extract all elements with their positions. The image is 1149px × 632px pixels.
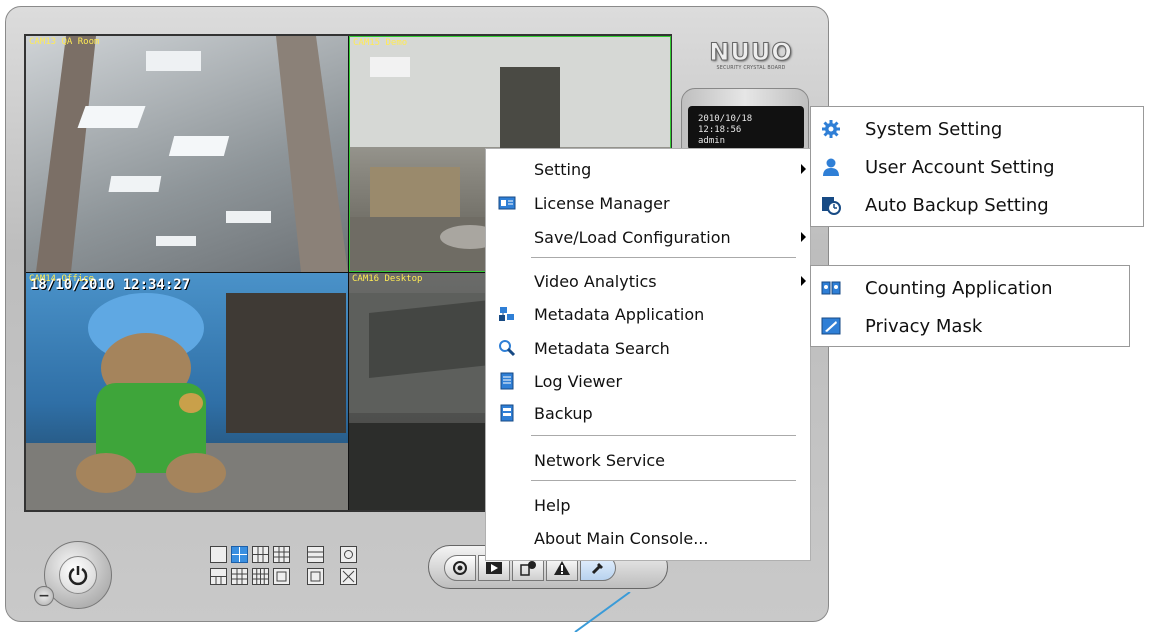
grid-icon	[253, 569, 268, 584]
menu-item-network-service[interactable]: Network Service	[486, 445, 810, 475]
menu-item-backup[interactable]: Backup	[486, 398, 810, 428]
status-user: admin	[698, 136, 726, 146]
power-icon	[59, 556, 97, 594]
camera-label: CAM16 Desktop	[352, 274, 423, 284]
fullscreen-button[interactable]	[340, 568, 357, 585]
n-icon	[276, 571, 287, 582]
menu-separator	[531, 435, 796, 436]
submenu-arrow-icon	[801, 164, 806, 174]
camera-label: CAM13 QA Room	[29, 37, 100, 47]
setting-submenu: System Setting User Account Setting Auto…	[810, 106, 1144, 227]
grid-icon	[211, 576, 226, 584]
layout-custom-button[interactable]	[273, 568, 290, 585]
submenu-arrow-icon	[801, 232, 806, 242]
status-date: 2010/10/18	[698, 114, 753, 124]
layout-4-button[interactable]	[231, 546, 248, 563]
brand-logo: NUUO SECURITY CRYSTAL BOARD	[705, 38, 797, 84]
grid-icon	[310, 571, 321, 582]
menu-item-label: Metadata Application	[534, 305, 705, 324]
guide-icon	[520, 561, 536, 576]
menu-item-label: License Manager	[534, 194, 670, 213]
layout-6-button[interactable]	[252, 546, 269, 563]
submenu-item-auto-backup-setting[interactable]: Auto Backup Setting	[811, 187, 1143, 223]
camera-image	[36, 36, 348, 272]
schedule-button[interactable]	[444, 555, 476, 581]
layout-10-button[interactable]	[210, 568, 227, 585]
counting-icon	[821, 281, 841, 295]
status-time: 12:18:56	[698, 125, 742, 135]
playback-icon	[486, 562, 502, 574]
menu-item-label: Help	[534, 496, 571, 515]
log-icon	[500, 372, 514, 390]
menu-separator	[531, 257, 796, 258]
menu-item-label: Log Viewer	[534, 372, 623, 391]
submenu-item-label: Counting Application	[865, 278, 1053, 299]
menu-item-label: Metadata Search	[534, 339, 670, 358]
camera-image	[26, 293, 348, 510]
menu-item-log-viewer[interactable]: Log Viewer	[486, 366, 810, 396]
expand-icon	[342, 570, 355, 583]
layout-16-button[interactable]	[252, 568, 269, 585]
menu-item-label: Setting	[534, 160, 592, 179]
refresh-icon	[344, 550, 353, 559]
metadata-search-icon	[499, 340, 516, 357]
layout-1-button[interactable]	[210, 546, 227, 563]
menu-item-save-load-configuration[interactable]: Save/Load Configuration	[486, 222, 810, 252]
submenu-item-system-setting[interactable]: System Setting	[811, 111, 1143, 147]
layout-sequence-button[interactable]	[307, 546, 324, 563]
submenu-item-user-account-setting[interactable]: User Account Setting	[811, 149, 1143, 185]
menu-item-metadata-application[interactable]: Metadata Application	[486, 299, 810, 329]
camera-view-cam14[interactable]: 18/10/2010 12:34:27 CAM14 Office	[26, 273, 348, 510]
submenu-item-label: Auto Backup Setting	[865, 195, 1049, 216]
grid-icon	[274, 547, 289, 562]
layout-page-button[interactable]	[307, 568, 324, 585]
warning-icon	[554, 561, 570, 575]
menu-item-label: Backup	[534, 404, 593, 423]
tool-icon	[591, 563, 603, 575]
privacy-mask-icon	[821, 317, 841, 335]
submenu-item-label: System Setting	[865, 119, 1003, 140]
submenu-item-counting-application[interactable]: Counting Application	[811, 270, 1129, 306]
user-icon	[823, 158, 839, 176]
menu-item-help[interactable]: Help	[486, 490, 810, 520]
submenu-item-privacy-mask[interactable]: Privacy Mask	[811, 308, 1129, 344]
menu-item-setting[interactable]: Setting	[486, 154, 810, 184]
backup-icon	[500, 404, 514, 422]
menu-item-license-manager[interactable]: License Manager	[486, 188, 810, 218]
status-display: 2010/10/18 12:18:56 admin	[688, 106, 804, 150]
minimize-button[interactable]: −	[34, 586, 54, 606]
menu-item-video-analytics[interactable]: Video Analytics	[486, 266, 810, 296]
grid-icon	[232, 569, 247, 584]
grid-icon	[308, 551, 323, 558]
snapshot-button[interactable]	[340, 546, 357, 563]
brand-tagline: SECURITY CRYSTAL BOARD	[716, 66, 786, 71]
menu-item-metadata-search[interactable]: Metadata Search	[486, 333, 810, 363]
callout-pointer	[574, 592, 631, 632]
grid-icon	[253, 547, 268, 562]
menu-item-about[interactable]: About Main Console...	[486, 523, 810, 553]
layout-13-button[interactable]	[231, 568, 248, 585]
record-icon	[453, 561, 467, 575]
license-icon	[498, 196, 516, 210]
config-menu: Setting License Manager Save/Load Config…	[485, 148, 811, 561]
submenu-item-label: Privacy Mask	[865, 316, 983, 337]
video-analytics-submenu: Counting Application Privacy Mask	[810, 265, 1130, 347]
menu-item-label: About Main Console...	[534, 529, 709, 548]
menu-item-label: Save/Load Configuration	[534, 228, 731, 247]
camera-label: CAM15 Demo	[353, 38, 408, 48]
brand-name: NUUO	[709, 38, 793, 67]
camera-view-cam13[interactable]: CAM13 QA Room	[26, 36, 348, 272]
camera-label: CAM14 Office	[29, 274, 95, 284]
grid-icon	[232, 547, 247, 562]
clock-backup-icon	[822, 197, 841, 215]
menu-separator	[531, 480, 796, 481]
submenu-item-label: User Account Setting	[865, 157, 1055, 178]
menu-item-label: Network Service	[534, 451, 666, 470]
gear-icon	[822, 120, 840, 138]
layout-9-button[interactable]	[273, 546, 290, 563]
metadata-app-icon	[499, 307, 514, 321]
menu-item-label: Video Analytics	[534, 272, 657, 291]
submenu-arrow-icon	[801, 276, 806, 286]
power-button[interactable]	[44, 541, 112, 609]
